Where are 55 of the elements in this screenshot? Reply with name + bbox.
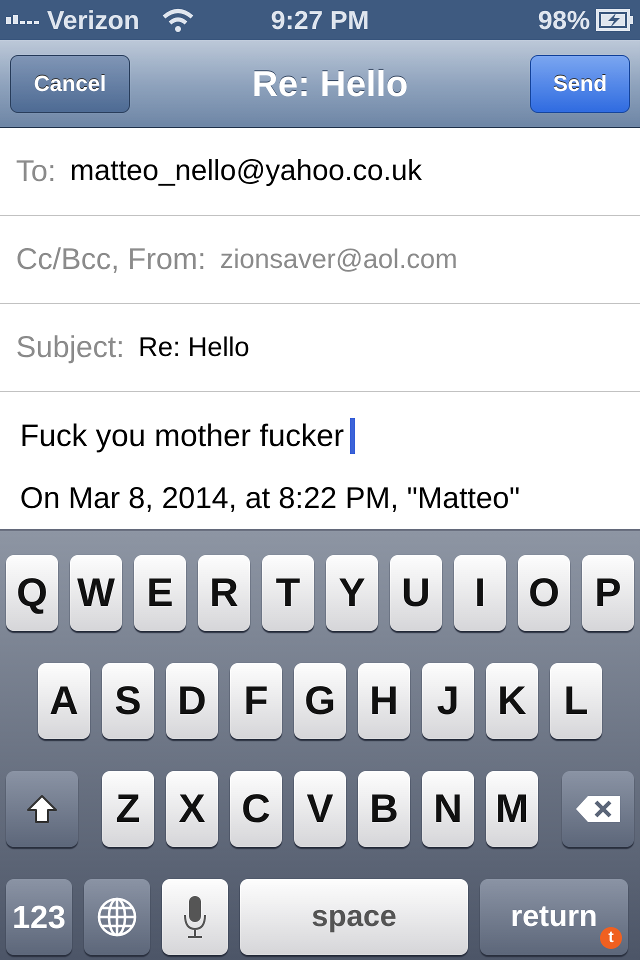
letter-key[interactable]: X <box>166 771 218 847</box>
letter-key[interactable]: O <box>518 555 570 631</box>
letter-key[interactable]: L <box>550 663 602 739</box>
letter-key[interactable]: R <box>198 555 250 631</box>
microphone-key[interactable] <box>162 879 228 955</box>
field-label: Cc/Bcc, From: <box>16 242 206 276</box>
quoted-header: On Mar 8, 2014, at 8:22 PM, "Matteo" <box>20 482 521 516</box>
letter-key[interactable]: M <box>486 771 538 847</box>
field-value[interactable]: Re: Hello <box>138 332 250 363</box>
shift-key[interactable] <box>6 771 78 847</box>
field-label: Subject: <box>16 330 124 364</box>
field-value[interactable]: matteo_nello@yahoo.co.uk <box>70 155 422 188</box>
letter-key[interactable]: A <box>38 663 90 739</box>
microphone-icon <box>183 895 207 939</box>
letter-key[interactable]: D <box>166 663 218 739</box>
letter-key[interactable]: Q <box>6 555 58 631</box>
battery-percent: 98% <box>538 4 590 36</box>
wifi-icon <box>161 7 196 33</box>
space-key[interactable]: space <box>240 879 468 955</box>
notification-badge: t <box>600 927 622 949</box>
send-button[interactable]: Send <box>530 54 630 112</box>
message-text[interactable]: Fuck you mother fucker <box>20 418 344 454</box>
letter-key[interactable]: B <box>358 771 410 847</box>
return-key[interactable]: return t <box>480 879 628 955</box>
letter-key[interactable]: P <box>582 555 634 631</box>
letter-key[interactable]: F <box>230 663 282 739</box>
letter-key[interactable]: V <box>294 771 346 847</box>
globe-icon <box>96 896 138 938</box>
battery-icon <box>596 9 634 31</box>
globe-key[interactable] <box>84 879 150 955</box>
letter-key[interactable]: J <box>422 663 474 739</box>
letter-key[interactable]: N <box>422 771 474 847</box>
letter-key[interactable]: U <box>390 555 442 631</box>
letter-key[interactable]: H <box>358 663 410 739</box>
letter-key[interactable]: G <box>294 663 346 739</box>
letter-key[interactable]: Y <box>326 555 378 631</box>
letter-key[interactable]: E <box>134 555 186 631</box>
letter-key[interactable]: C <box>230 771 282 847</box>
letter-key[interactable]: S <box>102 663 154 739</box>
nav-title: Re: Hello <box>252 62 408 104</box>
carrier-name: Verizon <box>47 4 140 36</box>
letter-key[interactable]: T <box>262 555 314 631</box>
signal-icon <box>6 14 39 24</box>
letter-key[interactable]: K <box>486 663 538 739</box>
backspace-icon <box>574 794 622 824</box>
numbers-key[interactable]: 123 <box>6 879 72 955</box>
shift-arrow-icon <box>25 793 59 825</box>
text-cursor <box>350 418 355 454</box>
letter-key[interactable]: I <box>454 555 506 631</box>
field-label: To: <box>16 154 56 188</box>
delete-key[interactable] <box>562 771 634 847</box>
status-time: 9:27 PM <box>270 4 370 34</box>
cancel-button[interactable]: Cancel <box>10 54 130 112</box>
letter-key[interactable]: Z <box>102 771 154 847</box>
letter-key[interactable]: W <box>70 555 122 631</box>
